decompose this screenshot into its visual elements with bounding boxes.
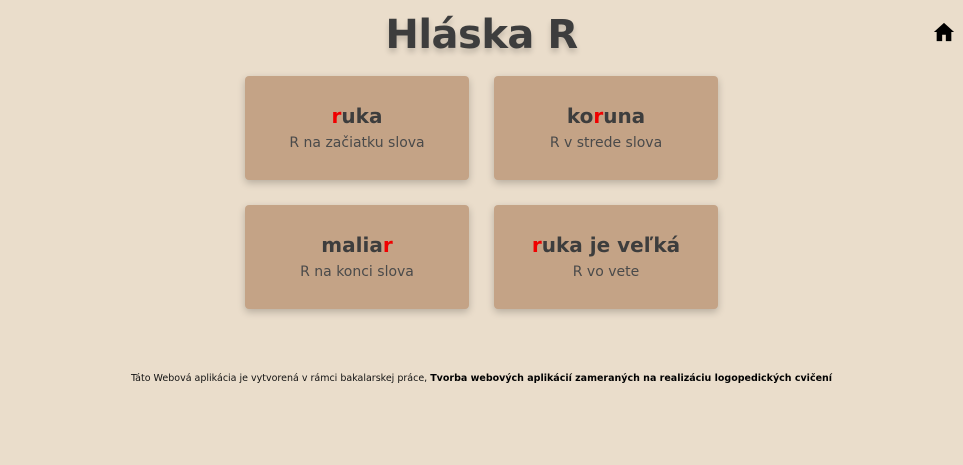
card-word: ruka [331,104,383,128]
footer-thesis-title: Tvorba webových aplikácií zameraných na … [430,373,833,384]
card-word: maliar [321,233,393,257]
card-subtitle: R vo vete [572,264,640,280]
card-word: ruka je veľká [531,233,681,257]
card-subtitle: R na konci slova [300,264,414,280]
footer-note: Táto Webová aplikácia je vytvorená v rám… [0,373,963,384]
home-icon [933,21,955,43]
highlight-letter: r [331,104,342,128]
exercise-card-koruna[interactable]: koruna R v strede slova [494,76,718,180]
exercise-card-sentence[interactable]: ruka je veľká R vo vete [494,205,718,309]
exercise-card-maliar[interactable]: maliar R na konci slova [245,205,469,309]
footer-text: Táto Webová aplikácia je vytvorená v rám… [130,373,431,384]
home-button[interactable] [933,21,955,43]
highlight-letter: r [382,233,393,257]
exercise-card-ruka[interactable]: ruka R na začiatku slova [245,76,469,180]
page-title: Hláska R [385,12,578,58]
highlight-letter: r [593,104,604,128]
card-subtitle: R na začiatku slova [289,135,425,151]
card-subtitle: R v strede slova [549,135,663,151]
highlight-letter: r [531,233,542,257]
card-word: koruna [566,104,646,128]
